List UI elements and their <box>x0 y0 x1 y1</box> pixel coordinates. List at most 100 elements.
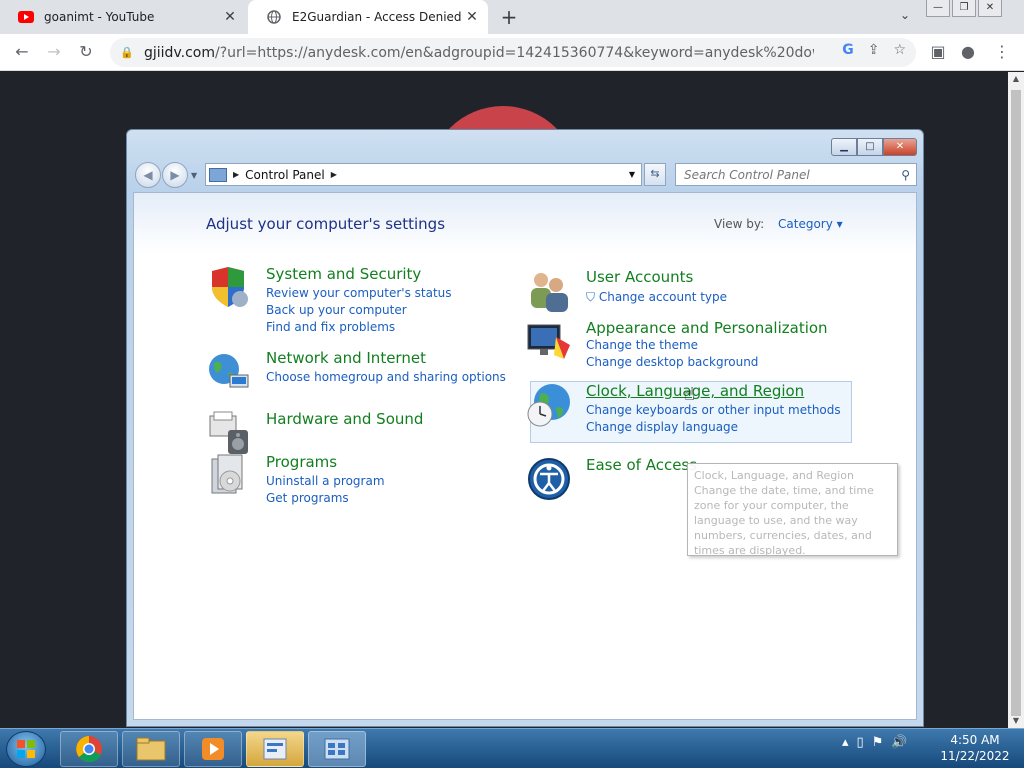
chrome-menu-icon[interactable]: ⋮ <box>992 42 1012 62</box>
explorer-address-bar[interactable]: ▶ Control Panel ▶ ▼ <box>205 163 642 186</box>
network-icon[interactable]: ▯ <box>857 735 864 750</box>
minimize-button[interactable]: — <box>926 0 950 17</box>
show-hidden-icons-icon[interactable]: ▴ <box>842 735 849 750</box>
share-icon[interactable]: ⇪ <box>868 42 880 58</box>
category-title[interactable]: Hardware and Sound <box>266 410 423 428</box>
breadcrumb-arrow-icon[interactable]: ▶ <box>331 170 337 179</box>
hand-cursor-icon: ☝ <box>684 384 695 405</box>
refresh-button[interactable]: ⇆ <box>644 163 666 186</box>
tooltip-title: Clock, Language, and Region <box>694 469 855 482</box>
close-window-button[interactable]: ✕ <box>978 0 1002 17</box>
tab-e2guardian[interactable]: E2Guardian - Access Denied ✕ <box>248 0 488 34</box>
close-tab-icon[interactable]: ✕ <box>462 9 482 25</box>
tab-search-chevron-icon[interactable]: ⌄ <box>896 8 914 26</box>
minimize-button[interactable]: ▁ <box>831 138 857 156</box>
search-control-panel-input[interactable]: Search Control Panel ⚲ <box>675 163 917 186</box>
clock-date: 11/22/2022 <box>940 749 1010 763</box>
category-title[interactable]: Ease of Access <box>586 456 697 474</box>
volume-icon[interactable]: 🔊 <box>891 735 907 750</box>
lock-icon[interactable]: 🔒 <box>120 46 134 59</box>
change-account-type-link[interactable]: ⛉ Change account type <box>586 290 727 305</box>
media-player-icon <box>202 738 224 760</box>
window-caption-buttons: ▁ □ ✕ <box>831 138 917 156</box>
url-text: gjiidv.com/?url=https://anydesk.com/en&a… <box>144 44 814 61</box>
tab-youtube[interactable]: goanimt - YouTube ✕ <box>0 0 246 34</box>
printer-speaker-icon <box>209 411 248 454</box>
taskbar-chrome[interactable] <box>60 731 118 767</box>
profile-avatar-icon[interactable]: ● <box>958 42 978 62</box>
monitor-palette-icon <box>527 324 570 359</box>
youtube-icon <box>18 9 34 25</box>
homegroup-link[interactable]: Choose homegroup and sharing options <box>266 370 506 384</box>
category-title[interactable]: Network and Internet <box>266 349 426 367</box>
scrollbar-thumb[interactable] <box>1011 90 1021 716</box>
taskbar-media-player[interactable] <box>184 731 242 767</box>
view-by-dropdown[interactable]: Category ▾ <box>778 217 843 231</box>
shield-icon <box>212 267 248 307</box>
network-globe-icon <box>209 354 249 388</box>
uninstall-link[interactable]: Uninstall a program <box>266 474 385 488</box>
tab-title: goanimt - YouTube <box>44 10 155 24</box>
browser-toolbar: ← → ↻ 🔒 gjiidv.com/?url=https://anydesk.… <box>0 34 1024 71</box>
new-tab-button[interactable]: + <box>498 6 520 28</box>
forward-arrow-icon[interactable]: → <box>44 42 64 62</box>
taskbar-explorer[interactable] <box>122 731 180 767</box>
control-panel-content: Adjust your computer's settings View by:… <box>133 192 917 720</box>
action-center-flag-icon[interactable]: ⚑ <box>872 735 884 750</box>
get-programs-link[interactable]: Get programs <box>266 491 349 505</box>
maximize-button[interactable]: □ <box>857 138 883 156</box>
search-icon[interactable]: ⚲ <box>901 168 910 182</box>
change-background-link[interactable]: Change desktop background <box>586 355 758 369</box>
taskbar-control-panel[interactable] <box>308 731 366 767</box>
view-by: View by: Category ▾ <box>714 217 843 231</box>
address-bar[interactable]: 🔒 gjiidv.com/?url=https://anydesk.com/en… <box>110 38 916 67</box>
windows-taskbar: ▴ ▯ ⚑ 🔊 4:50 AM 11/22/2022 <box>0 728 1024 768</box>
review-status-link[interactable]: Review your computer's status <box>266 286 452 300</box>
control-panel-icon <box>263 738 287 760</box>
side-panel-icon[interactable]: ▣ <box>928 42 948 62</box>
recent-pages-chevron-icon[interactable]: ▼ <box>191 171 197 180</box>
address-dropdown-icon[interactable]: ▼ <box>629 170 635 179</box>
taskbar-clock[interactable]: 4:50 AM 11/22/2022 <box>940 732 1010 764</box>
browser-window-controls: — ❐ ✕ <box>926 0 1002 18</box>
view-by-label: View by: <box>714 217 765 231</box>
scroll-up-icon[interactable]: ▲ <box>1008 72 1024 86</box>
users-icon <box>531 273 568 312</box>
category-title[interactable]: System and Security <box>266 265 421 283</box>
change-keyboards-link[interactable]: Change keyboards or other input methods <box>586 403 841 417</box>
ease-of-access-icon <box>528 458 570 500</box>
bookmark-star-icon[interactable]: ☆ <box>893 42 906 58</box>
taskbar-control-panel-active[interactable] <box>246 731 304 767</box>
category-tooltip: Clock, Language, and Region Change the d… <box>687 463 898 557</box>
breadcrumb-control-panel[interactable]: Control Panel <box>245 168 325 182</box>
system-tray: ▴ ▯ ⚑ 🔊 <box>842 735 908 750</box>
forward-button[interactable]: ▶ <box>162 162 188 188</box>
start-button[interactable] <box>6 731 46 767</box>
change-theme-link[interactable]: Change the theme <box>586 338 698 352</box>
clock-globe-icon <box>527 384 570 427</box>
backup-link[interactable]: Back up your computer <box>266 303 407 317</box>
category-title[interactable]: User Accounts <box>586 268 693 286</box>
uac-shield-icon: ⛉ <box>586 290 596 304</box>
tooltip-text: Change the date, time, and time zone for… <box>694 484 874 557</box>
folder-icon <box>136 737 166 761</box>
browser-tab-strip: goanimt - YouTube ✕ E2Guardian - Access … <box>0 0 1024 34</box>
scroll-down-icon[interactable]: ▼ <box>1008 714 1024 728</box>
restore-button[interactable]: ❐ <box>952 0 976 17</box>
close-tab-icon[interactable]: ✕ <box>220 9 240 25</box>
category-title[interactable]: Programs <box>266 453 337 471</box>
category-title[interactable]: Appearance and Personalization <box>586 319 828 337</box>
change-display-language-link[interactable]: Change display language <box>586 420 738 434</box>
close-button[interactable]: ✕ <box>883 138 917 156</box>
google-icon[interactable]: G <box>842 42 854 58</box>
control-panel-window: ▁ □ ✕ ◀ ▶ ▼ ▶ Control Panel ▶ ▼ ⇆ Search… <box>126 129 924 727</box>
reload-icon[interactable]: ↻ <box>76 42 96 62</box>
control-panel-window-icon <box>324 738 350 760</box>
back-button[interactable]: ◀ <box>135 162 161 188</box>
clock-time: 4:50 AM <box>950 733 1000 747</box>
breadcrumb-arrow-icon[interactable]: ▶ <box>233 170 239 179</box>
back-arrow-icon[interactable]: ← <box>12 42 32 62</box>
category-title[interactable]: Clock, Language, and Region <box>586 382 804 400</box>
fix-problems-link[interactable]: Find and fix problems <box>266 320 395 334</box>
page-scrollbar[interactable]: ▲ ▼ <box>1008 72 1024 728</box>
